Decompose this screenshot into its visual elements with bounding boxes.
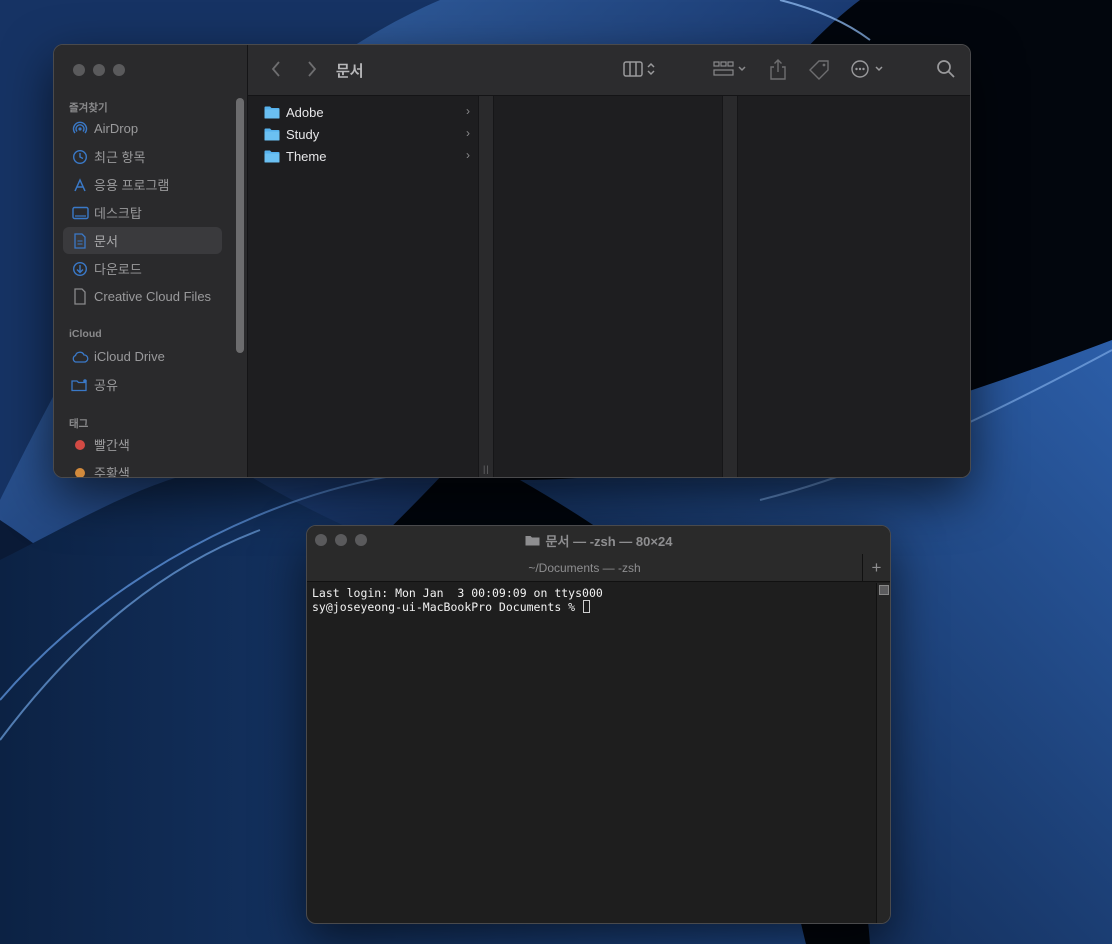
sidebar-item-label: 주황색 <box>94 466 130 478</box>
file-column: Adobe › Study › Theme › <box>248 96 478 477</box>
airdrop-icon <box>70 121 90 137</box>
icloud-header: iCloud <box>69 328 102 340</box>
minimize-button[interactable] <box>335 534 347 546</box>
sidebar-item-label: 빨간색 <box>94 438 130 453</box>
tag-icon[interactable] <box>808 59 830 81</box>
sidebar-item-tag-orange[interactable]: 주황색 <box>63 459 222 478</box>
text-cursor <box>583 600 591 613</box>
file-row-theme[interactable]: Theme › <box>264 145 470 167</box>
sidebar-item-label: 다운로드 <box>94 262 142 277</box>
share-icon[interactable] <box>769 59 787 81</box>
applications-icon <box>70 177 90 193</box>
column-browser: Adobe › Study › Theme › || <box>248 96 970 477</box>
forward-icon[interactable] <box>306 59 318 79</box>
favorites-header: 즐겨찾기 <box>69 102 108 114</box>
file-name: Study <box>286 126 320 142</box>
sidebar-item-label: 최근 항목 <box>94 150 146 165</box>
sidebar-item-label: 공유 <box>94 378 118 393</box>
folder-icon <box>525 535 540 545</box>
folder-icon <box>264 106 280 118</box>
terminal-scrollbar[interactable] <box>876 583 890 923</box>
file-name: Theme <box>286 148 327 164</box>
finder-sidebar: 즐겨찾기 AirDrop 최근 항목 응용 프로그램 데스크탑 문서 다운로드 … <box>54 45 248 477</box>
file-row-adobe[interactable]: Adobe › <box>264 101 470 123</box>
new-tab-button[interactable]: + <box>863 554 890 582</box>
zoom-button[interactable] <box>355 534 367 546</box>
sidebar-item-downloads[interactable]: 다운로드 <box>63 255 222 282</box>
download-icon <box>70 261 90 277</box>
zoom-button[interactable] <box>113 64 125 76</box>
orange-tag-icon <box>70 467 90 477</box>
tags-header: 태그 <box>69 418 89 430</box>
sidebar-item-desktop[interactable]: 데스크탑 <box>63 199 222 226</box>
terminal-prompt: sy@joseyeong-ui-MacBookPro Documents % <box>312 600 583 614</box>
sidebar-item-tag-red[interactable]: 빨간색 <box>63 431 222 458</box>
sidebar-item-label: 데스크탑 <box>94 206 142 221</box>
column-view-icon[interactable] <box>623 59 659 79</box>
file-row-study[interactable]: Study › <box>264 123 470 145</box>
more-actions-icon[interactable] <box>850 59 886 79</box>
finder-toolbar: 문서 <box>248 45 970 96</box>
terminal-line: Last login: Mon Jan 3 00:09:09 on ttys00… <box>312 586 603 600</box>
file-icon <box>70 288 90 305</box>
terminal-prompt-line: sy@joseyeong-ui-MacBookPro Documents % <box>312 600 871 614</box>
window-title: 문서 <box>336 63 364 80</box>
sidebar-item-airdrop[interactable]: AirDrop <box>63 115 222 142</box>
sidebar-item-applications[interactable]: 응용 프로그램 <box>63 171 222 198</box>
shared-folder-icon <box>70 378 90 392</box>
column-resize-handle[interactable]: || <box>478 96 494 477</box>
sidebar-scrollbar[interactable] <box>236 98 244 353</box>
search-icon[interactable] <box>936 59 956 79</box>
column-resize-handle[interactable] <box>722 96 738 477</box>
terminal-output[interactable]: Last login: Mon Jan 3 00:09:09 on ttys00… <box>307 583 876 923</box>
sidebar-item-label: AirDrop <box>94 121 139 136</box>
sidebar-item-recents[interactable]: 최근 항목 <box>63 143 222 170</box>
close-button[interactable] <box>73 64 85 76</box>
clock-icon <box>70 149 90 165</box>
terminal-tabbar: ~/Documents — -zsh + <box>307 554 890 582</box>
terminal-title: 문서 — -zsh — 80×24 <box>545 533 673 549</box>
resize-grip-icon: || <box>483 464 490 474</box>
red-tag-icon <box>70 439 90 450</box>
folder-icon <box>264 150 280 162</box>
file-name: Adobe <box>286 104 324 120</box>
sidebar-item-creative-cloud[interactable]: Creative Cloud Files <box>63 283 222 310</box>
window-controls <box>73 64 125 76</box>
terminal-tab[interactable]: ~/Documents — -zsh <box>307 554 863 581</box>
window-controls <box>315 534 367 546</box>
sidebar-item-shared[interactable]: 공유 <box>63 371 222 398</box>
sidebar-item-label: Creative Cloud Files <box>94 289 212 304</box>
finder-window: 즐겨찾기 AirDrop 최근 항목 응용 프로그램 데스크탑 문서 다운로드 … <box>53 44 971 478</box>
sidebar-item-label: 응용 프로그램 <box>94 178 170 193</box>
minimize-button[interactable] <box>93 64 105 76</box>
sidebar-item-documents[interactable]: 문서 <box>63 227 222 254</box>
sidebar-item-label: 문서 <box>94 234 118 249</box>
folder-icon <box>264 128 280 140</box>
terminal-window: 문서 — -zsh — 80×24 ~/Documents — -zsh + L… <box>306 525 891 924</box>
terminal-titlebar: 문서 — -zsh — 80×24 <box>307 526 890 554</box>
sidebar-item-icloud-drive[interactable]: iCloud Drive <box>63 343 222 370</box>
document-icon <box>70 232 90 249</box>
close-button[interactable] <box>315 534 327 546</box>
desktop-icon <box>70 206 90 220</box>
chevron-right-icon: › <box>466 126 470 140</box>
group-icon[interactable] <box>713 59 749 79</box>
chevron-right-icon: › <box>466 104 470 118</box>
scroll-marker-icon[interactable] <box>879 585 889 595</box>
cloud-icon <box>70 351 90 363</box>
back-icon[interactable] <box>270 59 282 79</box>
chevron-right-icon: › <box>466 148 470 162</box>
sidebar-item-label: iCloud Drive <box>94 349 165 364</box>
